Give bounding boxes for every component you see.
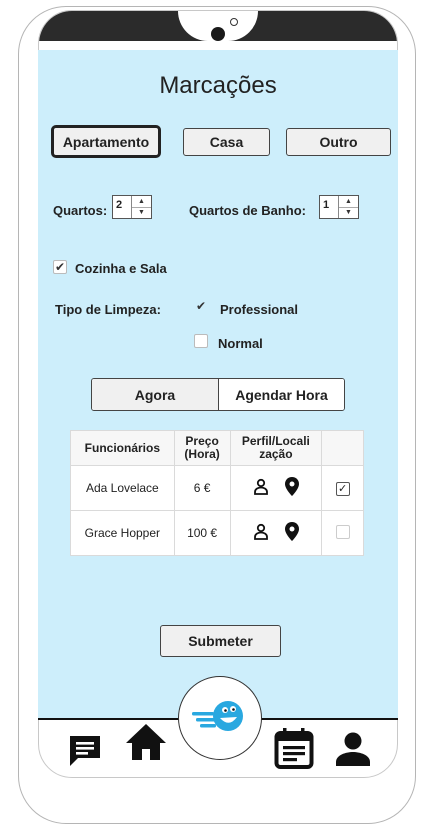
employee-price: 6 € (173, 465, 231, 511)
employee-select-checkbox[interactable] (335, 524, 350, 539)
submit-button[interactable]: Submeter (160, 625, 281, 657)
quartos-stepper[interactable]: 2 ▲ ▼ (112, 195, 152, 219)
property-casa-button[interactable]: Casa (183, 128, 270, 156)
calendar-icon[interactable] (274, 728, 314, 775)
logo-icon (192, 696, 248, 741)
normal-checkbox[interactable] (194, 334, 208, 348)
table-row: Grace Hopper 100 € (70, 510, 364, 556)
location-pin-icon[interactable] (284, 522, 299, 544)
employee-name: Ada Lovelace (70, 465, 175, 511)
employee-select-cell: ✓ (321, 465, 364, 511)
camera (211, 27, 225, 41)
professional-label: Professional (220, 302, 299, 317)
quartos-banho-label: Quartos de Banho: (189, 203, 307, 218)
quartos-banho-stepper[interactable]: 1 ▲ ▼ (319, 195, 359, 219)
tab-agora[interactable]: Agora (92, 379, 219, 410)
timing-toggle: Agora Agendar Hora (91, 378, 345, 411)
normal-label: Normal (218, 336, 263, 351)
cleaning-type-label: Tipo de Limpeza: (55, 302, 161, 317)
person-icon[interactable] (253, 523, 269, 543)
kitchen-checkbox[interactable]: ✔ (53, 260, 67, 274)
quartos-value: 2 (113, 196, 132, 218)
page-title: Marcações (159, 72, 277, 99)
table-header-row: Funcionários Preço (Hora) Perfil/Locali … (70, 430, 364, 466)
table-row: Ada Lovelace 6 € ✓ (70, 465, 364, 511)
header-preco: Preço (Hora) (173, 430, 231, 466)
property-outro-button[interactable]: Outro (286, 128, 391, 156)
home-icon[interactable] (125, 723, 167, 766)
tab-agendar-hora[interactable]: Agendar Hora (219, 379, 344, 410)
location-pin-icon[interactable] (284, 477, 299, 499)
profile-icon[interactable] (335, 731, 371, 772)
header-perfil-line2: zação (259, 447, 293, 461)
header-preco-line1: Preço (185, 434, 219, 448)
quartos-banho-value: 1 (320, 196, 339, 218)
main-screen: Marcações Apartamento Casa Outro Quartos… (38, 50, 398, 718)
professional-checkbox[interactable]: ✔ (194, 300, 208, 314)
employee-profile-cell (229, 510, 323, 556)
employees-table: Funcionários Preço (Hora) Perfil/Locali … (70, 430, 364, 556)
kitchen-label: Cozinha e Sala (75, 261, 167, 276)
sensor (230, 18, 238, 26)
employee-select-cell (321, 510, 364, 556)
header-funcionarios: Funcionários (70, 430, 175, 466)
person-icon[interactable] (253, 478, 269, 498)
chat-icon[interactable] (67, 733, 103, 774)
header-select (321, 430, 364, 466)
property-apartamento-button[interactable]: Apartamento (51, 125, 161, 158)
quartos-label: Quartos: (53, 203, 108, 218)
header-preco-line2: (Hora) (184, 447, 220, 461)
employee-profile-cell (229, 465, 323, 511)
increment-icon[interactable]: ▲ (132, 196, 151, 208)
header-perfil-line1: Perfil/Locali (241, 434, 310, 448)
employee-name: Grace Hopper (70, 510, 175, 556)
employee-select-checkbox[interactable]: ✓ (335, 481, 350, 496)
increment-icon[interactable]: ▲ (339, 196, 358, 208)
header-perfil: Perfil/Locali zação (229, 430, 323, 466)
decrement-icon[interactable]: ▼ (132, 208, 151, 219)
decrement-icon[interactable]: ▼ (339, 208, 358, 219)
logo-button[interactable] (178, 676, 262, 760)
employee-price: 100 € (173, 510, 231, 556)
